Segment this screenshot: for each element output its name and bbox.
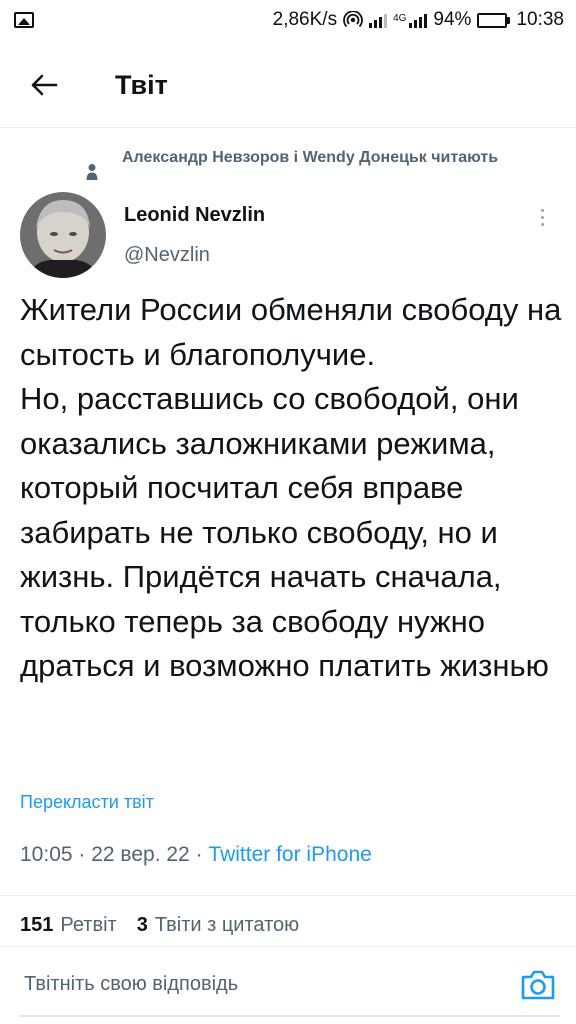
meta-separator: · bbox=[189, 843, 209, 866]
tweet-metadata: 10:05 · 22 вер. 22 · Twitter for iPhone bbox=[20, 843, 372, 867]
author-avatar[interactable] bbox=[20, 192, 106, 278]
retweets-label: Ретвіт bbox=[60, 914, 117, 936]
tweet-time: 10:05 bbox=[20, 843, 73, 866]
tweet-text: Жители России обменяли свободу на сытост… bbox=[20, 292, 562, 683]
more-vertical-icon[interactable] bbox=[534, 202, 550, 232]
tweet-stats: 151 Ретвіт 3 Твіти з цитатою bbox=[20, 914, 299, 937]
quotes-stat[interactable]: 3 Твіти з цитатою bbox=[137, 914, 299, 937]
battery-icon bbox=[477, 12, 511, 28]
reply-composer: Твітніть свою відповідь bbox=[0, 946, 576, 1024]
reply-input-underline bbox=[20, 1015, 560, 1017]
social-context[interactable]: Александр Невзоров і Wendy Донецьк читаю… bbox=[86, 145, 556, 186]
network-tag: 4G bbox=[393, 13, 407, 24]
top-app-bar: Твіт bbox=[0, 52, 576, 118]
page-title: Твіт bbox=[115, 69, 168, 100]
hotspot-icon bbox=[343, 11, 363, 28]
author-name[interactable]: Leonid Nevzlin bbox=[124, 204, 265, 227]
tweet-date: 22 вер. 22 bbox=[91, 843, 190, 866]
meta-separator: · bbox=[72, 843, 92, 866]
clock: 10:38 bbox=[516, 9, 564, 30]
image-notification-icon bbox=[14, 12, 34, 28]
battery-percent: 94% bbox=[433, 9, 472, 30]
header-divider bbox=[0, 127, 576, 128]
tweet-source-link[interactable]: Twitter for iPhone bbox=[208, 843, 371, 866]
quotes-count: 3 bbox=[136, 914, 148, 936]
reply-input[interactable]: Твітніть свою відповідь bbox=[24, 973, 238, 996]
camera-icon bbox=[521, 970, 555, 1000]
signal-icon bbox=[369, 12, 388, 28]
arrow-left-icon bbox=[31, 74, 58, 96]
translate-tweet-link[interactable]: Перекласти твіт bbox=[20, 792, 154, 813]
social-context-text: Александр Невзоров і Wendy Донецьк читаю… bbox=[122, 149, 499, 166]
back-button[interactable] bbox=[14, 55, 74, 115]
network-speed: 2,86K/s bbox=[272, 9, 338, 30]
retweets-count: 151 bbox=[20, 914, 54, 936]
retweets-stat[interactable]: 151 Ретвіт bbox=[20, 914, 117, 937]
quotes-label: Твіти з цитатою bbox=[154, 914, 300, 936]
stats-divider-top bbox=[0, 895, 576, 896]
camera-button[interactable] bbox=[518, 965, 558, 1005]
status-bar: 2,86K/s 4G 94% 10:38 bbox=[0, 0, 576, 40]
author-handle[interactable]: @Nevzlin bbox=[124, 244, 210, 267]
signal-4g-icon: 4G bbox=[393, 12, 428, 28]
person-icon bbox=[86, 145, 102, 186]
